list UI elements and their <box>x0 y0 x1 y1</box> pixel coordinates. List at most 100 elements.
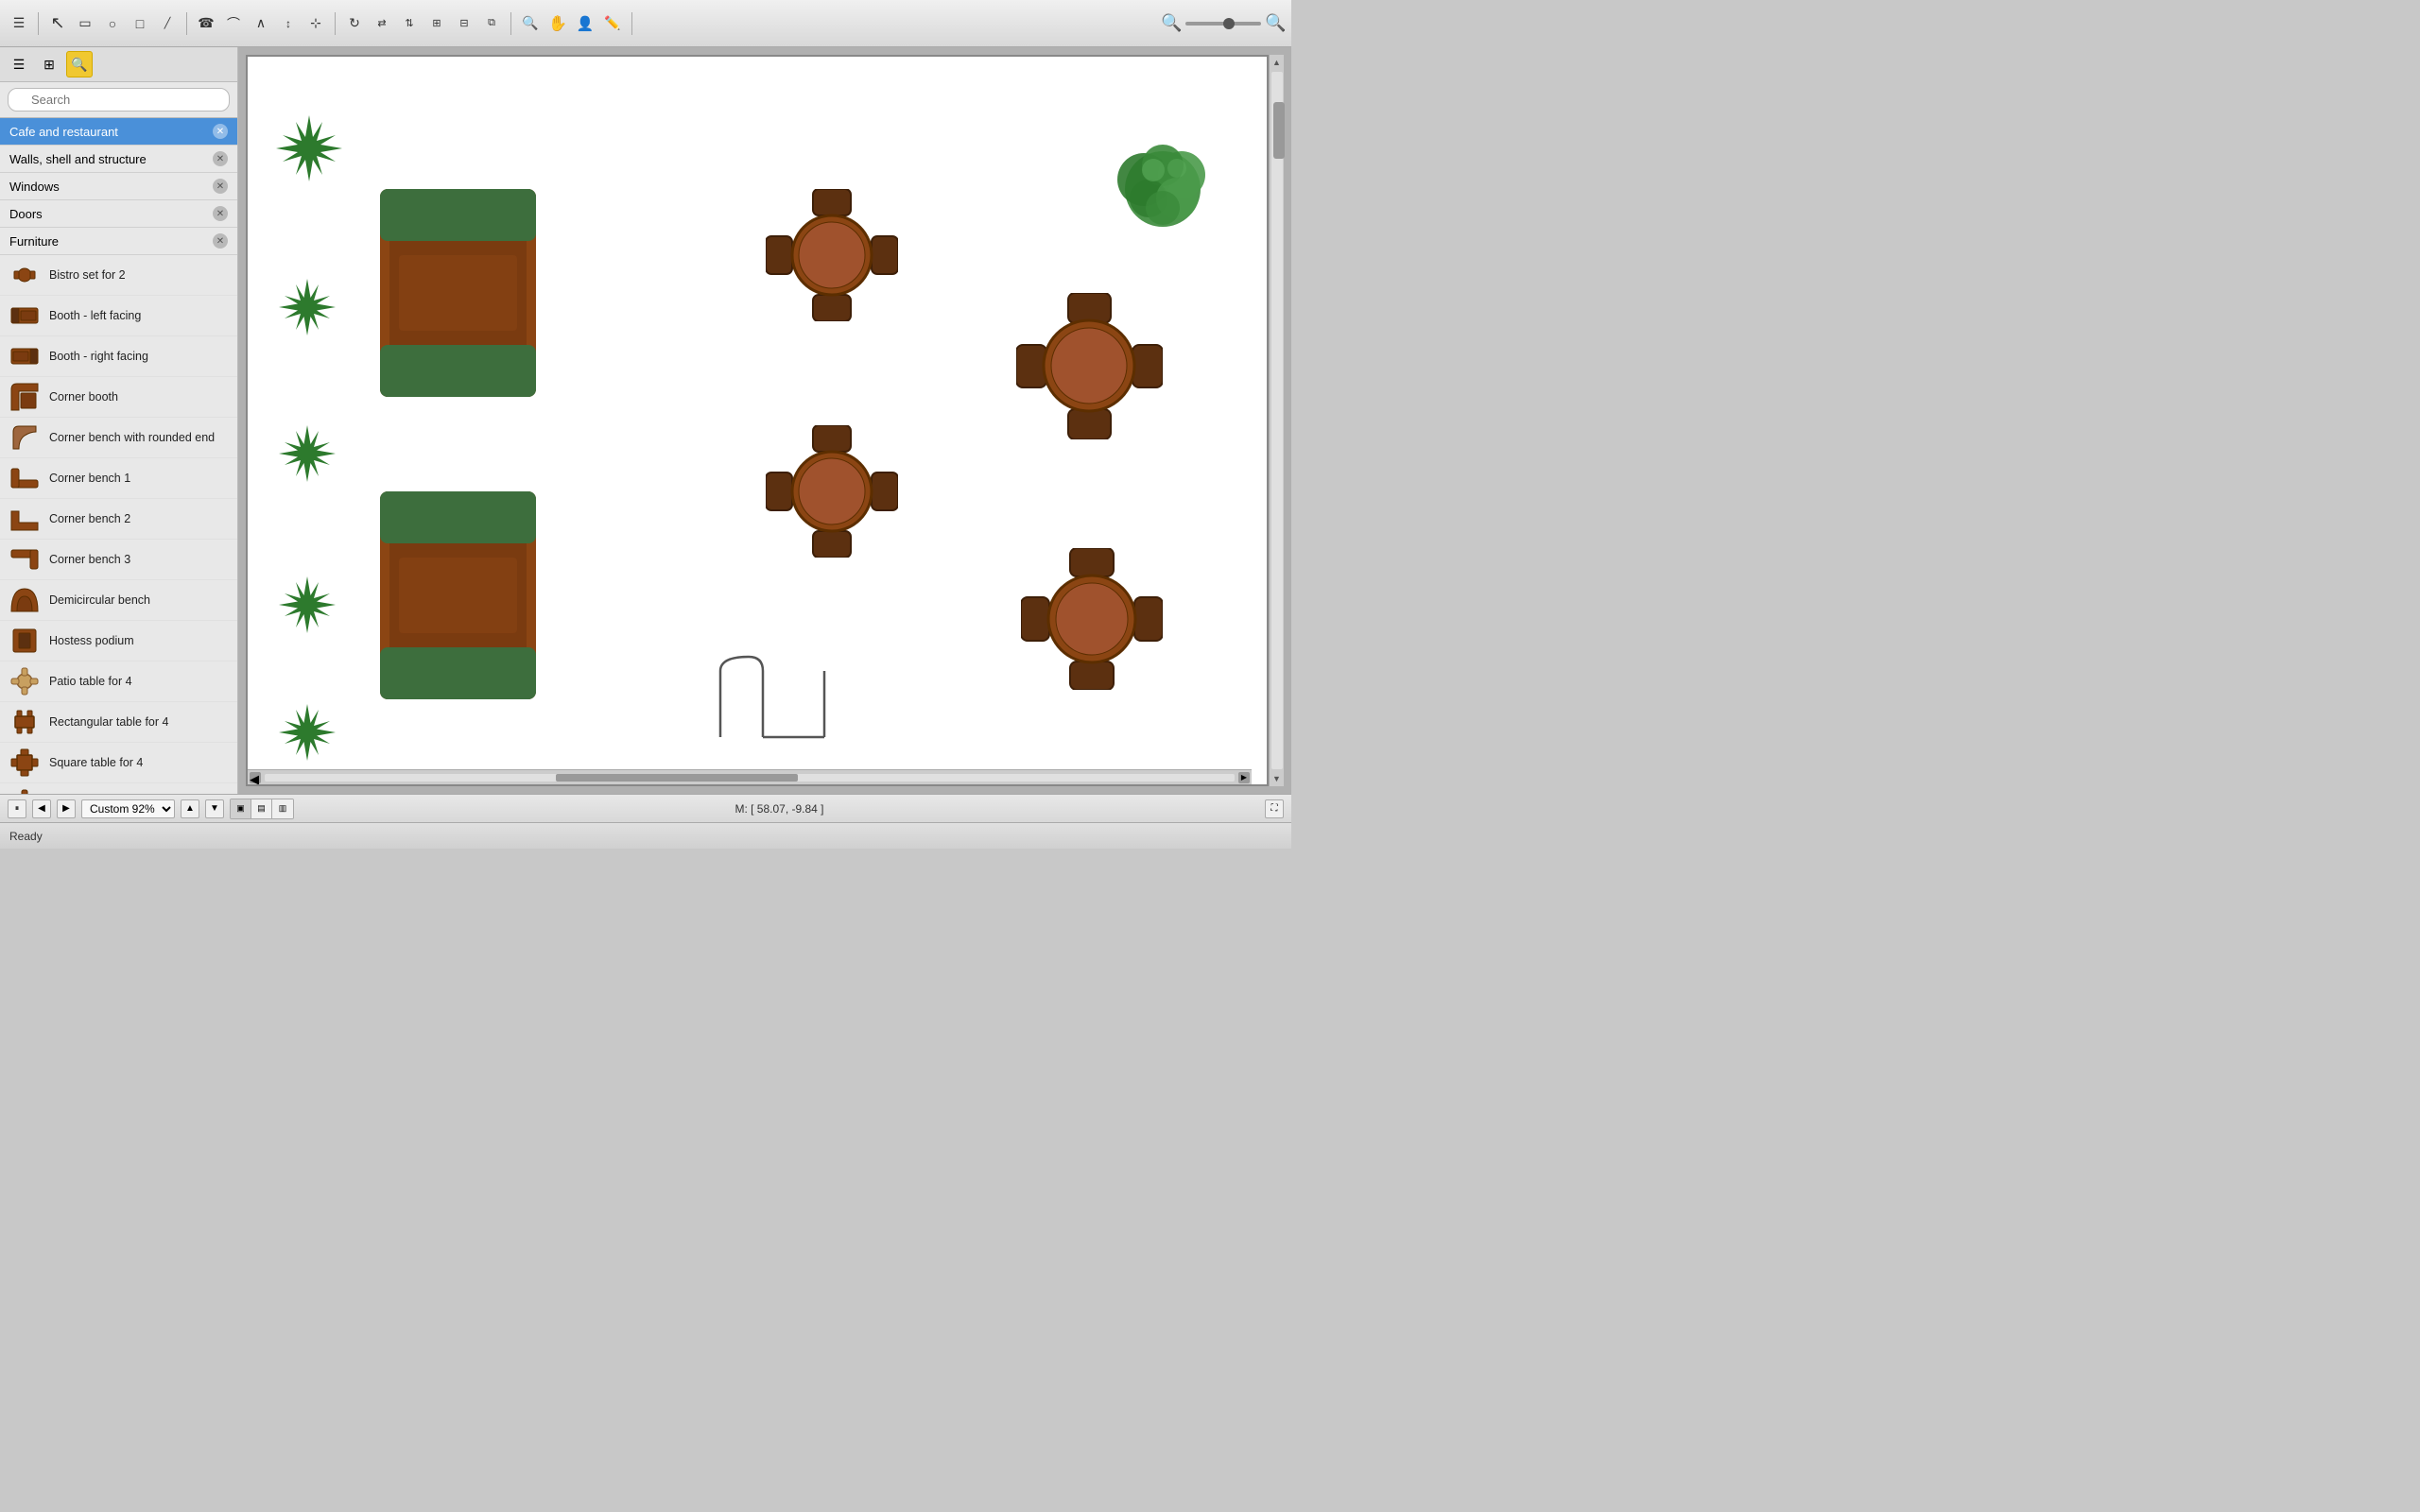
category-close-icon[interactable]: ✕ <box>213 233 228 249</box>
round-table-group-1[interactable] <box>766 189 898 321</box>
shape-label: Corner bench 2 <box>49 512 130 525</box>
size-tool-button[interactable]: ↕ <box>275 10 302 37</box>
canvas[interactable]: ◀ ▶ <box>246 55 1269 786</box>
scroll-down-arrow[interactable]: ▼ <box>1270 771 1285 786</box>
pause-button[interactable]: ⏸ <box>8 799 26 818</box>
scroll-right-btn[interactable]: ▶ <box>1238 772 1250 783</box>
shape-item-booth-left[interactable]: Booth - left facing <box>0 296 237 336</box>
hamburger-menu-button[interactable]: ☰ <box>6 10 32 37</box>
booth-left-icon <box>9 301 40 331</box>
group-button[interactable]: ⊞ <box>424 10 450 37</box>
polyline-tool-button[interactable]: ∧ <box>248 10 274 37</box>
horizontal-scrollbar[interactable]: ◀ ▶ <box>248 769 1252 784</box>
zoom-slider[interactable] <box>1185 22 1261 26</box>
v-scroll-thumb[interactable] <box>1273 102 1285 159</box>
zoom-down-button[interactable]: ▼ <box>205 799 224 818</box>
zoom-controls: 🔍 🔍 <box>1161 13 1286 34</box>
panel-list-view-button[interactable]: ☰ <box>6 51 32 77</box>
phone-tool-button[interactable]: ☎ <box>193 10 219 37</box>
scroll-left-btn[interactable]: ◀ <box>250 772 261 783</box>
category-item-furniture[interactable]: Furniture ✕ <box>0 228 237 255</box>
shape-item-corner-bench-3[interactable]: Corner bench 3 <box>0 540 237 580</box>
shape-item-corner-bench-1[interactable]: Corner bench 1 <box>0 458 237 499</box>
flip-v-button[interactable]: ⇅ <box>396 10 423 37</box>
shape-item-hostess-podium[interactable]: Hostess podium <box>0 621 237 662</box>
corner-bench-1-icon <box>9 463 40 493</box>
select-tool-button[interactable]: ↖ <box>44 10 71 37</box>
ungroup-button[interactable]: ⊟ <box>451 10 477 37</box>
user-button[interactable]: 👤 <box>572 10 598 37</box>
category-close-icon[interactable]: ✕ <box>213 151 228 166</box>
rectangle-tool-button[interactable]: ▭ <box>72 10 98 37</box>
shape-item-corner-booth[interactable]: Corner booth <box>0 377 237 418</box>
category-close-icon[interactable]: ✕ <box>213 179 228 194</box>
plant-5[interactable] <box>274 699 340 765</box>
booth-right-icon <box>9 341 40 371</box>
zoom-select[interactable]: Custom 92% 100% 75% 50% Fit Page <box>81 799 175 818</box>
vertical-scrollbar[interactable]: ▲ ▼ <box>1269 55 1284 786</box>
category-label: Windows <box>9 180 60 194</box>
shape-item-demicircular-bench[interactable]: Demicircular bench <box>0 580 237 621</box>
round-table-group-4[interactable] <box>1021 548 1163 690</box>
category-item-cafe[interactable]: Cafe and restaurant ✕ <box>0 118 237 146</box>
plant-4[interactable] <box>274 572 340 638</box>
search-wrapper: 🔍 <box>8 88 230 112</box>
connect-tool-button[interactable]: ⊹ <box>302 10 329 37</box>
door-shape[interactable] <box>711 652 834 747</box>
large-plant[interactable] <box>1106 132 1219 246</box>
search-input[interactable] <box>8 88 230 112</box>
shape-item-patio-table-4[interactable]: Patio table for 4 <box>0 662 237 702</box>
eyedropper-button[interactable]: ✏️ <box>599 10 626 37</box>
arc-tool-button[interactable]: ⌒ <box>220 10 247 37</box>
square-table-4-icon <box>9 747 40 778</box>
h-scroll-track[interactable] <box>265 774 1235 782</box>
shape-item-bistro[interactable]: Bistro set for 2 <box>0 255 237 296</box>
category-item-windows[interactable]: Windows ✕ <box>0 173 237 200</box>
prev-page-button[interactable]: ◀ <box>32 799 51 818</box>
zoom-in-plus-button[interactable]: 🔍 <box>1265 13 1286 34</box>
category-item-doors[interactable]: Doors ✕ <box>0 200 237 228</box>
plant-2[interactable] <box>274 274 340 340</box>
pan-button[interactable]: ✋ <box>544 10 571 37</box>
arrange-button[interactable]: ⧉ <box>478 10 505 37</box>
booth-2[interactable] <box>380 491 536 699</box>
shape-label: Corner bench 3 <box>49 553 130 566</box>
h-scroll-thumb[interactable] <box>556 774 799 782</box>
rotate-tool-button[interactable]: ↻ <box>341 10 368 37</box>
category-close-icon[interactable]: ✕ <box>213 206 228 221</box>
shape-item-rect-table-4[interactable]: Rectangular table for 4 <box>0 702 237 743</box>
booth-1[interactable] <box>380 189 536 397</box>
flip-h-button[interactable]: ⇄ <box>369 10 395 37</box>
main-layout: ☰ ⊞ 🔍 🔍 Cafe and restaurant ✕ Walls, she… <box>0 47 1291 794</box>
shape-label: Corner booth <box>49 390 118 404</box>
round-table-group-2[interactable] <box>1016 293 1163 439</box>
panel-search-button[interactable]: 🔍 <box>66 51 93 77</box>
shape-item-booth-right[interactable]: Booth - right facing <box>0 336 237 377</box>
bistro-icon <box>9 260 40 290</box>
left-panel: ☰ ⊞ 🔍 🔍 Cafe and restaurant ✕ Walls, she… <box>0 47 238 794</box>
draw-tools-group: ☎ ⌒ ∧ ↕ ⊹ <box>193 10 329 37</box>
plant-1[interactable] <box>274 113 345 184</box>
zoom-out-button[interactable]: 🔍 <box>1161 13 1182 34</box>
line-tool-button[interactable]: ╱ <box>154 10 181 37</box>
shape-item-round-table-4[interactable]: Round table for 4 <box>0 783 237 794</box>
scroll-up-arrow[interactable]: ▲ <box>1270 55 1285 70</box>
shape-item-square-table-4[interactable]: Square table for 4 <box>0 743 237 783</box>
circle-tool-button[interactable]: ○ <box>99 10 126 37</box>
search-box: 🔍 <box>0 82 237 118</box>
zoom-up-button[interactable]: ▲ <box>181 799 199 818</box>
category-close-icon[interactable]: ✕ <box>213 124 228 139</box>
next-page-button[interactable]: ▶ <box>57 799 76 818</box>
zoom-in-button[interactable]: 🔍 <box>517 10 544 37</box>
view-mode-2-button[interactable]: ▤ <box>251 799 272 818</box>
round-table-group-3[interactable] <box>766 425 898 558</box>
view-mode-3-button[interactable]: ▥ <box>272 799 293 818</box>
panel-grid-view-button[interactable]: ⊞ <box>36 51 62 77</box>
fullscreen-button[interactable]: ⛶ <box>1265 799 1284 818</box>
plant-3[interactable] <box>274 421 340 487</box>
view-mode-1-button[interactable]: ▣ <box>231 799 251 818</box>
category-item-walls[interactable]: Walls, shell and structure ✕ <box>0 146 237 173</box>
square-tool-button[interactable]: □ <box>127 10 153 37</box>
shape-item-corner-bench-rounded[interactable]: Corner bench with rounded end <box>0 418 237 458</box>
shape-item-corner-bench-2[interactable]: Corner bench 2 <box>0 499 237 540</box>
